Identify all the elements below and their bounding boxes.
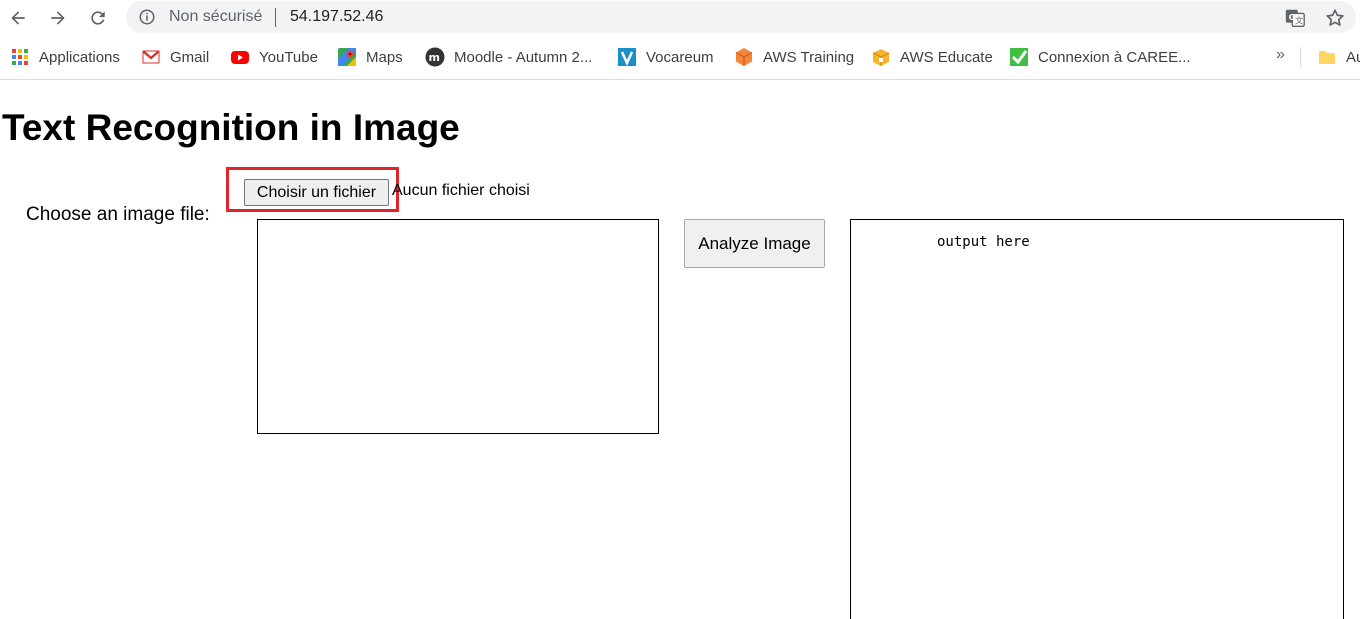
bookmark-moodle[interactable]: m Moodle - Autumn 2...: [425, 46, 592, 68]
bookmark-label: AWS Training: [763, 48, 855, 66]
address-separator: [275, 8, 276, 27]
reload-icon: [91, 11, 105, 25]
youtube-icon: [230, 47, 250, 67]
aws-training-icon: [734, 47, 754, 67]
bookmark-connexion[interactable]: Connexion à CAREE...: [1009, 46, 1191, 68]
bookmark-aws-educate[interactable]: AWS Educate: [871, 46, 993, 68]
security-label[interactable]: Non sécurisé: [169, 8, 262, 26]
bookmark-aws-training[interactable]: AWS Training: [734, 46, 854, 68]
bookmark-folder[interactable]: Au: [1317, 46, 1360, 68]
choose-file-button[interactable]: Choisir un fichier: [244, 179, 389, 206]
bookmark-label: YouTube: [259, 48, 318, 66]
bookmark-label: Moodle - Autumn 2...: [454, 48, 593, 66]
maps-icon: [337, 47, 357, 67]
page-title: Text Recognition in Image: [2, 107, 460, 148]
back-arrow-icon: [11, 11, 25, 25]
bookmarks-separator: [1300, 47, 1301, 67]
bookmark-label: Connexion à CAREE...: [1038, 48, 1191, 66]
translate-icon[interactable]: G 文: [1284, 7, 1306, 29]
image-preview-box: [257, 219, 659, 434]
svg-text:文: 文: [1295, 16, 1303, 26]
bookmarks-overflow-button[interactable]: »: [1276, 46, 1285, 64]
connexion-icon: [1009, 47, 1029, 67]
bookmark-applications[interactable]: Applications: [10, 46, 120, 68]
bookmark-star-icon[interactable]: [1324, 7, 1346, 29]
info-icon[interactable]: [138, 8, 156, 26]
aws-educate-icon: [871, 47, 891, 67]
bookmark-label: AWS Educate: [900, 48, 993, 66]
bookmarks-bar: Applications Gmail YouTube Maps m Moodle…: [0, 36, 1360, 80]
bookmark-label: Applications: [39, 48, 120, 66]
output-text: output here: [937, 234, 1030, 250]
reload-button[interactable]: [84, 4, 112, 32]
vocareum-icon: [617, 47, 637, 67]
bookmark-label: Gmail: [170, 48, 210, 66]
svg-text:m: m: [429, 51, 440, 64]
back-button[interactable]: [4, 4, 32, 32]
folder-icon: [1317, 47, 1337, 67]
address-bar[interactable]: Non sécurisé 54.197.52.46 G 文: [126, 1, 1356, 33]
bookmark-label: Au: [1346, 48, 1360, 66]
bookmark-label: Maps: [366, 48, 403, 66]
moodle-icon: m: [425, 47, 445, 67]
output-textarea[interactable]: output here: [850, 219, 1344, 619]
forward-arrow-icon: [51, 11, 65, 25]
bookmark-vocareum[interactable]: Vocareum: [617, 46, 714, 68]
bookmark-maps[interactable]: Maps: [337, 46, 403, 68]
bookmark-gmail[interactable]: Gmail: [141, 46, 209, 68]
analyze-image-button[interactable]: Analyze Image: [684, 219, 825, 268]
gmail-icon: [141, 47, 161, 67]
browser-toolbar: Non sécurisé 54.197.52.46 G 文: [0, 0, 1360, 36]
bookmark-youtube[interactable]: YouTube: [230, 46, 318, 68]
choose-file-label: Choose an image file:: [26, 204, 210, 225]
apps-grid-icon: [10, 47, 30, 67]
url-text[interactable]: 54.197.52.46: [290, 8, 383, 26]
forward-button[interactable]: [44, 4, 72, 32]
file-status-text: Aucun fichier choisi: [392, 182, 530, 199]
bookmark-label: Vocareum: [646, 48, 714, 66]
